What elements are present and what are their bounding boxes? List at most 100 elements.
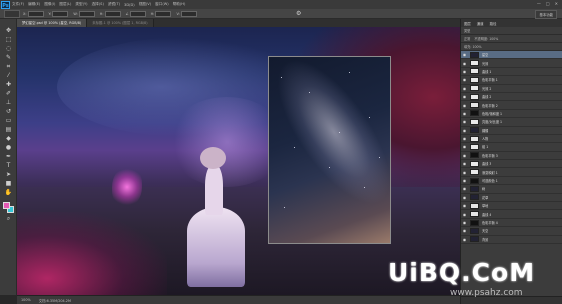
visibility-eye-icon[interactable]: ◉ <box>461 237 468 242</box>
menu-select[interactable]: 选择(S) <box>92 2 104 7</box>
menu-help[interactable]: 帮助(H) <box>173 2 186 7</box>
zoom-level[interactable]: 100% <box>21 298 31 302</box>
option-skew-v-input[interactable] <box>180 10 197 17</box>
layer-row[interactable]: ◉ 花草 <box>461 193 562 203</box>
menu-edit[interactable]: 编辑(E) <box>28 2 40 7</box>
document-info[interactable]: 文档:6.35M/204.2M <box>39 298 71 303</box>
eyedropper-icon[interactable]: ⁄ <box>3 72 14 80</box>
visibility-eye-icon[interactable]: ◉ <box>461 186 468 191</box>
menu-3d[interactable]: 3D(D) <box>124 3 135 7</box>
visibility-eye-icon[interactable]: ◉ <box>461 119 468 124</box>
marquee-icon[interactable]: ⬚ <box>3 36 14 44</box>
opacity-field[interactable]: 不透明度: 100% <box>474 36 498 41</box>
layer-row[interactable]: ◉ 色彩平衡 4 <box>461 218 562 228</box>
layer-row[interactable]: ◉ 色相/饱和度 1 <box>461 109 562 119</box>
minimize-button[interactable]: — <box>537 1 541 6</box>
layer-row[interactable]: ◉ 色彩平衡 3 <box>461 151 562 161</box>
menu-window[interactable]: 窗口(W) <box>155 2 169 7</box>
visibility-eye-icon[interactable]: ◉ <box>461 170 468 175</box>
layer-row[interactable]: ◉ 蝴蝶 <box>461 126 562 135</box>
tab-channels[interactable]: 通道 <box>477 21 484 26</box>
visibility-eye-icon[interactable]: ◉ <box>461 61 468 66</box>
history-brush-icon[interactable]: ↺ <box>3 108 14 116</box>
document-tab[interactable]: 未标题-1 @ 100% (图层 1, RGB/8) <box>87 19 154 27</box>
foreground-color-swatch[interactable] <box>3 202 10 209</box>
layer-row[interactable]: ◉ 人物 <box>461 134 562 144</box>
fill-field[interactable]: 填充: 100% <box>464 44 482 49</box>
dodge-icon[interactable]: ● <box>3 144 14 152</box>
visibility-eye-icon[interactable]: ◉ <box>461 153 468 158</box>
tool-preset-picker[interactable] <box>4 9 20 18</box>
visibility-eye-icon[interactable]: ◉ <box>461 52 468 57</box>
path-select-icon[interactable]: ➤ <box>3 171 14 179</box>
lasso-icon[interactable]: ◌ <box>3 45 14 53</box>
document-canvas[interactable] <box>17 27 460 295</box>
crop-icon[interactable]: ⌗ <box>3 63 14 71</box>
visibility-eye-icon[interactable]: ◉ <box>461 94 468 99</box>
option-y-input[interactable] <box>52 10 69 17</box>
quick-select-icon[interactable]: ✎ <box>3 54 14 62</box>
layer-row[interactable]: ◉ 光效 <box>461 59 562 68</box>
layer-filter-select[interactable]: 类型 <box>464 28 470 33</box>
blend-mode-select[interactable]: 正常 <box>464 36 470 41</box>
menu-file[interactable]: 文件(F) <box>12 2 24 7</box>
visibility-eye-icon[interactable]: ◉ <box>461 195 468 200</box>
option-w-input[interactable] <box>78 10 95 17</box>
layer-row[interactable]: ◉ 色彩平衡 1 <box>461 76 562 85</box>
layer-row[interactable]: ◉ 天空 <box>461 227 562 236</box>
visibility-eye-icon[interactable]: ◉ <box>461 86 468 91</box>
type-icon[interactable]: T <box>3 162 14 170</box>
visibility-eye-icon[interactable]: ◉ <box>461 161 468 166</box>
blur-icon[interactable]: ◆ <box>3 135 14 143</box>
layer-row[interactable]: ◉ 星空 <box>461 51 562 60</box>
gear-icon[interactable]: ⚙ <box>296 10 301 17</box>
layer-row[interactable]: ◉ 背景 <box>461 235 562 244</box>
visibility-eye-icon[interactable]: ◉ <box>461 103 468 108</box>
menu-image[interactable]: 图像(I) <box>44 2 55 7</box>
visibility-eye-icon[interactable]: ◉ <box>461 178 468 183</box>
option-skew-h-input[interactable] <box>155 10 172 17</box>
workspace-switcher[interactable]: 基本功能 <box>535 10 557 19</box>
healing-icon[interactable]: ✚ <box>3 81 14 89</box>
visibility-eye-icon[interactable]: ◉ <box>461 220 468 225</box>
menu-layer[interactable]: 图层(L) <box>59 2 71 7</box>
visibility-eye-icon[interactable]: ◉ <box>461 111 468 116</box>
layer-row[interactable]: ◉ 光效 2 <box>461 84 562 93</box>
zoom-icon[interactable]: ⌕ <box>3 215 14 223</box>
visibility-eye-icon[interactable]: ◉ <box>461 212 468 217</box>
tab-paths[interactable]: 路径 <box>490 21 497 26</box>
layer-row[interactable]: ◉ 草地 <box>461 202 562 211</box>
layer-row[interactable]: ◉ 可选颜色 1 <box>461 176 562 186</box>
menu-view[interactable]: 视图(V) <box>139 2 151 7</box>
shape-icon[interactable]: ■ <box>3 180 14 188</box>
visibility-eye-icon[interactable]: ◉ <box>461 203 468 208</box>
tab-layers[interactable]: 图层 <box>464 21 471 26</box>
pen-icon[interactable]: ✒ <box>3 153 14 161</box>
option-angle-input[interactable] <box>129 10 146 17</box>
stamp-icon[interactable]: ⊥ <box>3 99 14 107</box>
layer-row[interactable]: ◉ 色彩平衡 2 <box>461 101 562 110</box>
gradient-icon[interactable]: ▤ <box>3 126 14 134</box>
option-x-input[interactable] <box>27 10 44 17</box>
close-button[interactable]: ✕ <box>555 1 558 6</box>
document-tab[interactable]: 梦幻星空.psd @ 100% (星空, RGB/8) <box>17 19 88 27</box>
menu-type[interactable]: 类型(Y) <box>75 2 87 7</box>
move-icon[interactable]: ✥ <box>3 27 14 35</box>
layer-row[interactable]: ◉ 曲线 2 <box>461 92 562 102</box>
eraser-icon[interactable]: ▭ <box>3 117 14 125</box>
menu-filter[interactable]: 滤镜(T) <box>108 2 120 7</box>
layer-row[interactable]: ◉ 树 <box>461 185 562 194</box>
hand-icon[interactable]: ✋ <box>3 189 14 197</box>
brush-icon[interactable]: ✐ <box>3 90 14 98</box>
layer-row[interactable]: ◉ 曲线 3 <box>461 160 562 169</box>
layer-row[interactable]: ◉ 曲线 4 <box>461 210 562 219</box>
option-h-input[interactable] <box>104 10 121 17</box>
layer-row[interactable]: ◉ 亮度/对比度 1 <box>461 118 562 127</box>
maximize-button[interactable]: □ <box>546 1 550 6</box>
visibility-eye-icon[interactable]: ◉ <box>461 128 468 133</box>
visibility-eye-icon[interactable]: ◉ <box>461 144 468 149</box>
layer-row[interactable]: ◉ 渐变映射 1 <box>461 168 562 177</box>
starfield-layer[interactable] <box>268 56 391 244</box>
visibility-eye-icon[interactable]: ◉ <box>461 228 468 233</box>
layer-row[interactable]: ◉ 组 1 <box>461 143 562 152</box>
